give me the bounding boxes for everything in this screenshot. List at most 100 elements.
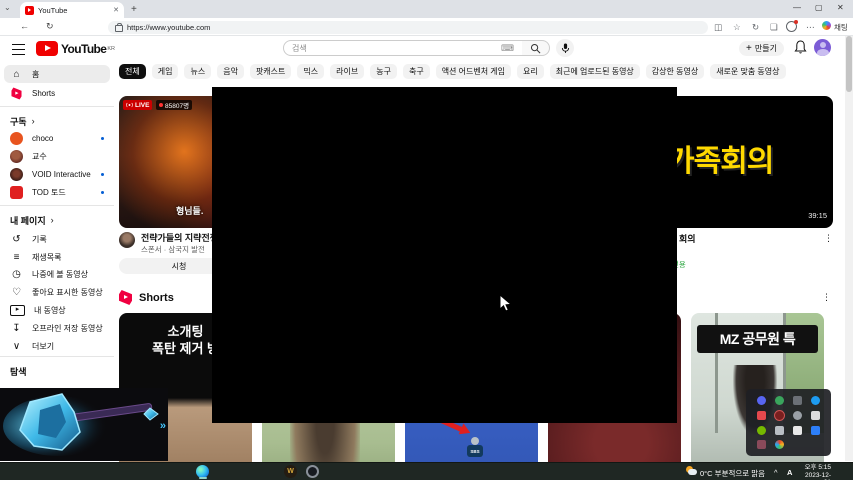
sidebar-item-home[interactable]: ⌂ 홈 <box>4 65 110 83</box>
notifications-bell-icon[interactable] <box>794 40 807 55</box>
tray-chevron-icon[interactable]: ^ <box>774 468 778 477</box>
tab-close-icon[interactable]: ✕ <box>113 6 119 14</box>
tray-icon[interactable] <box>756 410 766 420</box>
running-app-indicator <box>199 477 207 479</box>
search-input[interactable]: 검색 ⌨ <box>283 40 523 56</box>
sidebar-item-my-videos[interactable]: ▸ 내 동영상 <box>0 301 112 319</box>
game-w-icon[interactable]: W <box>284 465 297 478</box>
window-maximize-button[interactable]: ▢ <box>815 3 823 12</box>
explore-header-label: 탐색 <box>10 366 27 377</box>
create-button[interactable]: + 만들기 <box>739 41 784 56</box>
keyboard-icon[interactable]: ⌨ <box>501 43 514 54</box>
sidebar-channel-choco[interactable]: choco <box>0 129 112 147</box>
back-icon[interactable]: ← <box>20 21 29 31</box>
chip-news[interactable]: 뉴스 <box>184 64 212 79</box>
window-minimize-button[interactable]: — <box>793 3 801 12</box>
chip-cooking[interactable]: 요리 <box>517 64 544 79</box>
sidebar-home-label: 홈 <box>32 69 40 79</box>
tray-overflow-popup[interactable] <box>746 389 831 456</box>
chip-mixes[interactable]: 믹스 <box>297 64 325 79</box>
favorites-star-icon[interactable]: ☆ <box>733 22 741 33</box>
video-title-fragment[interactable]: 회의 <box>679 232 696 245</box>
page-scrollbar-track[interactable] <box>845 36 853 461</box>
chip-watched[interactable]: 감상한 동영상 <box>645 64 705 79</box>
sidebar-item-downloads[interactable]: ↧ 오프라인 저장 동영상 <box>0 319 112 337</box>
sidebar-channel-tod[interactable]: TOD 토드 <box>0 183 112 201</box>
copilot-icon[interactable] <box>822 21 831 30</box>
sidebar-item-history[interactable]: ↺ 기록 <box>0 230 112 248</box>
history-icon: ↺ <box>12 233 21 245</box>
sidebar-subscriptions-header[interactable]: 구독 › <box>0 112 112 130</box>
tray-icon[interactable] <box>756 395 766 405</box>
channel-name: TOD 토드 <box>32 187 66 197</box>
shorts-menu-icon[interactable]: ⋮ <box>822 292 831 303</box>
tab-search-chevron-icon[interactable]: ⌄ <box>4 3 11 12</box>
chip-podcasts[interactable]: 팟캐스트 <box>249 64 292 79</box>
taskbar-clock[interactable]: 오후 5:15 2023-12-31 <box>799 464 831 480</box>
search-button[interactable] <box>522 40 550 56</box>
chip-live[interactable]: 라이브 <box>330 64 365 79</box>
address-bar[interactable]: https://www.youtube.com <box>108 20 708 34</box>
black-video-overlay[interactable] <box>212 87 677 423</box>
tray-icon[interactable] <box>793 395 803 405</box>
game-item-preview-overlay[interactable]: » <box>0 388 168 461</box>
new-tab-button[interactable]: + <box>131 4 137 15</box>
page-scrollbar-thumb[interactable] <box>846 36 852 92</box>
tray-icon[interactable] <box>756 426 766 436</box>
tray-icon[interactable] <box>774 395 784 405</box>
chip-recently-uploaded[interactable]: 최근에 업로드된 동영상 <box>549 64 640 79</box>
tray-icon[interactable] <box>774 440 784 450</box>
thumbs-up-icon: ♡ <box>12 286 21 298</box>
tray-icon[interactable] <box>793 426 803 436</box>
chip-basketball[interactable]: 농구 <box>370 64 397 79</box>
taskbar-weather-text[interactable]: 0°C 부분적으로 맑음 <box>700 468 765 479</box>
chip-soccer[interactable]: 축구 <box>402 64 430 79</box>
browser-profile-icon[interactable] <box>786 20 798 32</box>
chip-gaming[interactable]: 게임 <box>151 64 179 79</box>
sidebar-my-page-header[interactable]: 내 페이지 › <box>0 211 112 229</box>
sidebar-item-liked-videos[interactable]: ♡ 좋아요 표시한 동영상 <box>0 283 112 301</box>
tray-icon[interactable] <box>756 440 766 450</box>
youtube-logo[interactable]: YouTube KR <box>36 41 115 56</box>
browser-tab-youtube[interactable]: YouTube ✕ <box>20 2 124 18</box>
voice-search-button[interactable] <box>556 39 574 57</box>
circular-app-icon[interactable] <box>306 465 319 478</box>
account-avatar[interactable] <box>814 39 831 56</box>
tray-icon[interactable] <box>811 426 821 436</box>
sidebar-channel-void-interactive[interactable]: VOID Interactive <box>0 165 112 183</box>
video-title[interactable]: 전략가들의 지략전쟁 <box>141 231 218 244</box>
sidebar-channel-gyosu[interactable]: 교수 <box>0 147 112 165</box>
video-byline[interactable]: 스폰서 · 삼국지 발전 <box>141 244 205 255</box>
guide-menu-icon[interactable] <box>12 44 25 55</box>
history-icon[interactable]: ↻ <box>752 22 759 33</box>
ime-indicator[interactable]: A <box>787 468 792 477</box>
chip-action-adventure[interactable]: 액션 어드벤처 게임 <box>435 64 512 79</box>
sidebar-item-show-more[interactable]: ∨ 더보기 <box>0 337 112 355</box>
chip-all[interactable]: 전체 <box>119 64 146 79</box>
more-menu-icon[interactable]: ⋯ <box>806 22 815 33</box>
collections-icon[interactable]: ❏ <box>770 22 778 33</box>
tray-icon[interactable] <box>811 410 821 420</box>
chip-music[interactable]: 음악 <box>217 64 244 79</box>
split-screen-icon[interactable]: ◫ <box>714 22 722 33</box>
lock-icon[interactable] <box>115 22 123 32</box>
tray-icon[interactable] <box>773 409 785 421</box>
sidebar-item-playlists[interactable]: ≡ 재생목록 <box>0 248 112 266</box>
chip-new-to-you[interactable]: 새로운 맞춤 동영상 <box>710 64 786 79</box>
sidebar-item-watch-later[interactable]: ◷ 나중에 볼 동영상 <box>0 265 112 283</box>
window-close-button[interactable]: ✕ <box>837 3 844 12</box>
tray-icon[interactable] <box>793 410 803 420</box>
video-menu-icon[interactable]: ⋮ <box>824 233 833 244</box>
tray-icon[interactable] <box>811 395 821 405</box>
tray-icon[interactable] <box>774 426 784 436</box>
weather-icon[interactable] <box>686 466 697 476</box>
channel-avatar[interactable] <box>119 232 135 248</box>
url-text: https://www.youtube.com <box>127 22 211 32</box>
expand-arrows-icon[interactable]: » <box>160 420 166 432</box>
red-dot-icon <box>159 103 163 107</box>
refresh-icon[interactable]: ↻ <box>46 21 54 32</box>
youtube-favicon-icon <box>25 5 34 15</box>
sidebar-item-shorts[interactable]: Shorts <box>0 84 112 102</box>
plus-icon: + <box>746 43 752 54</box>
copilot-label[interactable]: 채팅 <box>834 22 848 33</box>
